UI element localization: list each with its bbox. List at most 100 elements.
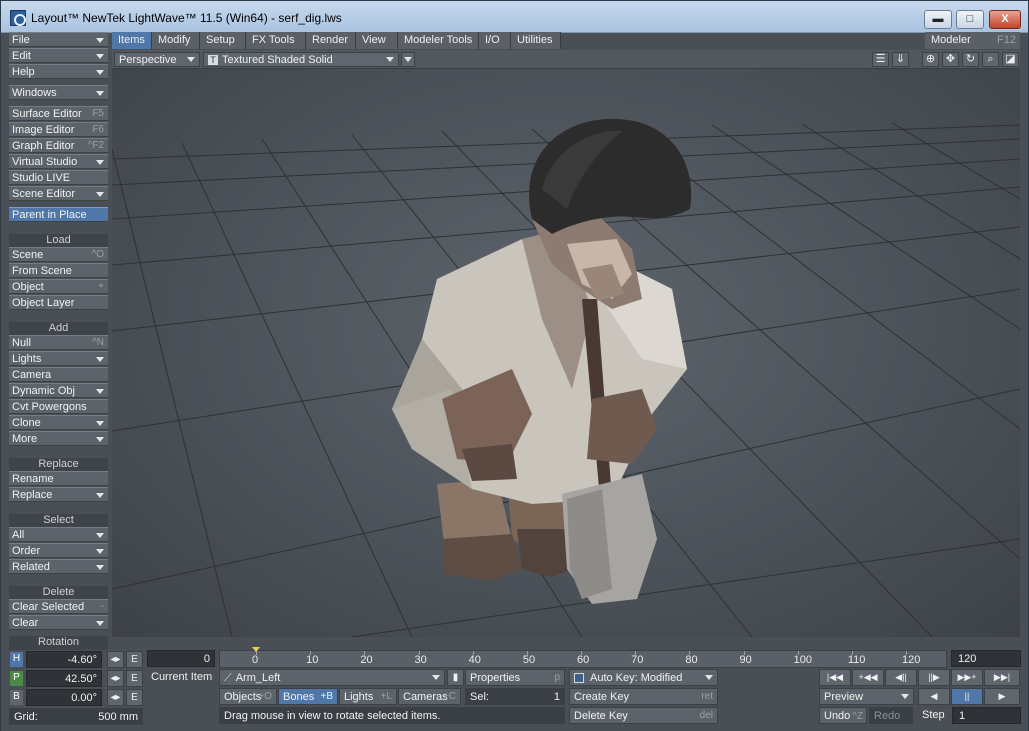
b-env-button[interactable]: E — [126, 689, 143, 706]
grid-value: 500 mm — [98, 711, 138, 723]
h-rotation-field[interactable]: -4.60° — [26, 651, 102, 668]
view-options-dropdown[interactable] — [401, 52, 415, 67]
last-frame-button[interactable]: ▶▶| — [984, 669, 1020, 686]
undo-button[interactable]: Undo ^Z — [819, 707, 867, 724]
view-type-dropdown[interactable]: Perspective — [114, 52, 200, 67]
h-rotation-slider-icon[interactable]: ◂▸ — [107, 651, 124, 668]
current-item-dropdown[interactable]: ⟋ Arm_Left — [219, 669, 445, 686]
move-view-icon[interactable]: ✥ — [942, 52, 959, 67]
menu-windows[interactable]: Windows — [9, 85, 108, 100]
replace-menu[interactable]: Replace — [9, 487, 108, 502]
menu-file[interactable]: File — [9, 32, 108, 47]
scene-editor-menu[interactable]: Scene Editor — [9, 186, 108, 201]
current-frame-marker[interactable] — [252, 647, 260, 652]
tab-render[interactable]: Render — [306, 32, 356, 49]
zoom-icon[interactable]: ⌕ — [982, 52, 999, 67]
close-button[interactable]: X — [989, 10, 1021, 29]
timeline-tick-label: 30 — [414, 654, 427, 666]
load-object-button[interactable]: Object + — [9, 279, 108, 294]
tab-io[interactable]: I/O — [479, 32, 511, 49]
parent-in-place-toggle[interactable]: Parent in Place — [9, 207, 108, 222]
item-info-icon[interactable]: ▮ — [447, 669, 464, 686]
lights-filter[interactable]: Lights +L — [339, 688, 397, 705]
play-forward-button[interactable]: ▶ — [984, 688, 1020, 705]
select-related-menu[interactable]: Related — [9, 559, 108, 574]
next-key-button[interactable]: ▶▶+ — [951, 669, 983, 686]
p-axis-button[interactable]: P — [10, 671, 23, 686]
maximize-view-icon[interactable]: ◪ — [1002, 52, 1019, 67]
timeline-slider[interactable]: 0 10 20 30 40 50 60 70 80 90 100 110 120 — [219, 647, 947, 668]
maximize-button[interactable]: □ — [956, 10, 984, 29]
center-icon[interactable]: ⊕ — [922, 52, 939, 67]
play-backward-button[interactable]: ◀ — [918, 688, 950, 705]
end-frame-field[interactable]: 120 — [951, 650, 1021, 667]
menu-help[interactable]: Help — [9, 64, 108, 79]
delete-key-button[interactable]: Delete Key del — [569, 707, 718, 724]
properties-button[interactable]: Properties p — [465, 669, 565, 686]
tab-items[interactable]: Items — [112, 32, 152, 49]
tab-utilities[interactable]: Utilities — [511, 32, 561, 49]
save-view-icon[interactable]: ⇓ — [892, 52, 909, 67]
redo-button[interactable]: Redo — [869, 707, 913, 724]
list-icon[interactable]: ☰ — [872, 52, 889, 67]
graph-editor-button[interactable]: Graph Editor ^F2 — [9, 138, 108, 153]
create-key-button[interactable]: Create Key ret — [569, 688, 718, 705]
add-null-button[interactable]: Null ^N — [9, 335, 108, 350]
cvt-powergons-button[interactable]: Cvt Powergons — [9, 399, 108, 414]
tab-modeler-tools[interactable]: Modeler Tools — [398, 32, 479, 49]
h-env-button[interactable]: E — [126, 651, 143, 668]
main-tabs: Items Modify Setup FX Tools Render View … — [112, 32, 912, 49]
select-order-menu[interactable]: Order — [9, 543, 108, 558]
auto-key-dropdown[interactable]: Auto Key: Modified — [569, 669, 718, 686]
bones-filter[interactable]: Bones +B — [278, 688, 338, 705]
timeline-tick-mark — [797, 651, 799, 655]
step-field[interactable]: 1 — [952, 707, 1021, 724]
clone-menu[interactable]: Clone — [9, 415, 108, 430]
clear-menu[interactable]: Clear — [9, 615, 108, 630]
load-object-layer-button[interactable]: Object Layer — [9, 295, 108, 310]
add-lights-menu[interactable]: Lights — [9, 351, 108, 366]
minimize-button[interactable]: ▬ — [924, 10, 952, 29]
menu-edit[interactable]: Edit — [9, 48, 108, 63]
rotate-view-icon[interactable]: ↻ — [962, 52, 979, 67]
b-rotation-field[interactable]: 0.00° — [26, 689, 102, 706]
h-axis-button[interactable]: H — [10, 652, 23, 667]
tab-fx-tools[interactable]: FX Tools — [246, 32, 306, 49]
studio-live-button[interactable]: Studio LIVE — [9, 170, 108, 185]
next-frame-button[interactable]: ||▶ — [918, 669, 950, 686]
cameras-filter[interactable]: Cameras +C — [398, 688, 461, 705]
pause-button[interactable]: || — [951, 688, 983, 705]
b-rotation-slider-icon[interactable]: ◂▸ — [107, 689, 124, 706]
start-frame-field[interactable]: 0 — [147, 650, 215, 667]
rename-button[interactable]: Rename — [9, 471, 108, 486]
prev-key-button[interactable]: +◀◀ — [852, 669, 884, 686]
virtual-studio-menu[interactable]: Virtual Studio — [9, 154, 108, 169]
clear-selected-button[interactable]: Clear Selected - — [9, 599, 108, 614]
modeler-button[interactable]: Modeler F12 — [925, 32, 1020, 49]
parent-in-place-label: Parent in Place — [12, 209, 87, 221]
tab-modify[interactable]: Modify — [152, 32, 200, 49]
objects-filter[interactable]: Objects +O — [219, 688, 277, 705]
load-from-scene-button[interactable]: From Scene — [9, 263, 108, 278]
preview-dropdown[interactable]: Preview — [819, 688, 914, 705]
tab-setup[interactable]: Setup — [200, 32, 246, 49]
add-dynamic-obj-menu[interactable]: Dynamic Obj — [9, 383, 108, 398]
tab-view[interactable]: View — [356, 32, 398, 49]
first-frame-button[interactable]: |◀◀ — [819, 669, 851, 686]
add-camera-button[interactable]: Camera — [9, 367, 108, 382]
auto-key-checkbox[interactable] — [574, 673, 584, 683]
more-menu[interactable]: More — [9, 431, 108, 446]
chevron-down-icon — [96, 437, 104, 442]
p-rotation-field[interactable]: 42.50° — [26, 670, 102, 687]
viewport-perspective[interactable] — [112, 69, 1020, 637]
image-editor-shortcut: F6 — [92, 124, 104, 135]
p-rotation-slider-icon[interactable]: ◂▸ — [107, 670, 124, 687]
select-all-menu[interactable]: All — [9, 527, 108, 542]
prev-frame-button[interactable]: ◀|| — [885, 669, 917, 686]
p-env-button[interactable]: E — [126, 670, 143, 687]
load-scene-button[interactable]: Scene ^O — [9, 247, 108, 262]
b-axis-button[interactable]: B — [10, 690, 23, 705]
render-mode-dropdown[interactable]: T Textured Shaded Solid — [203, 52, 399, 67]
surface-editor-button[interactable]: Surface Editor F5 — [9, 106, 108, 121]
image-editor-button[interactable]: Image Editor F6 — [9, 122, 108, 137]
